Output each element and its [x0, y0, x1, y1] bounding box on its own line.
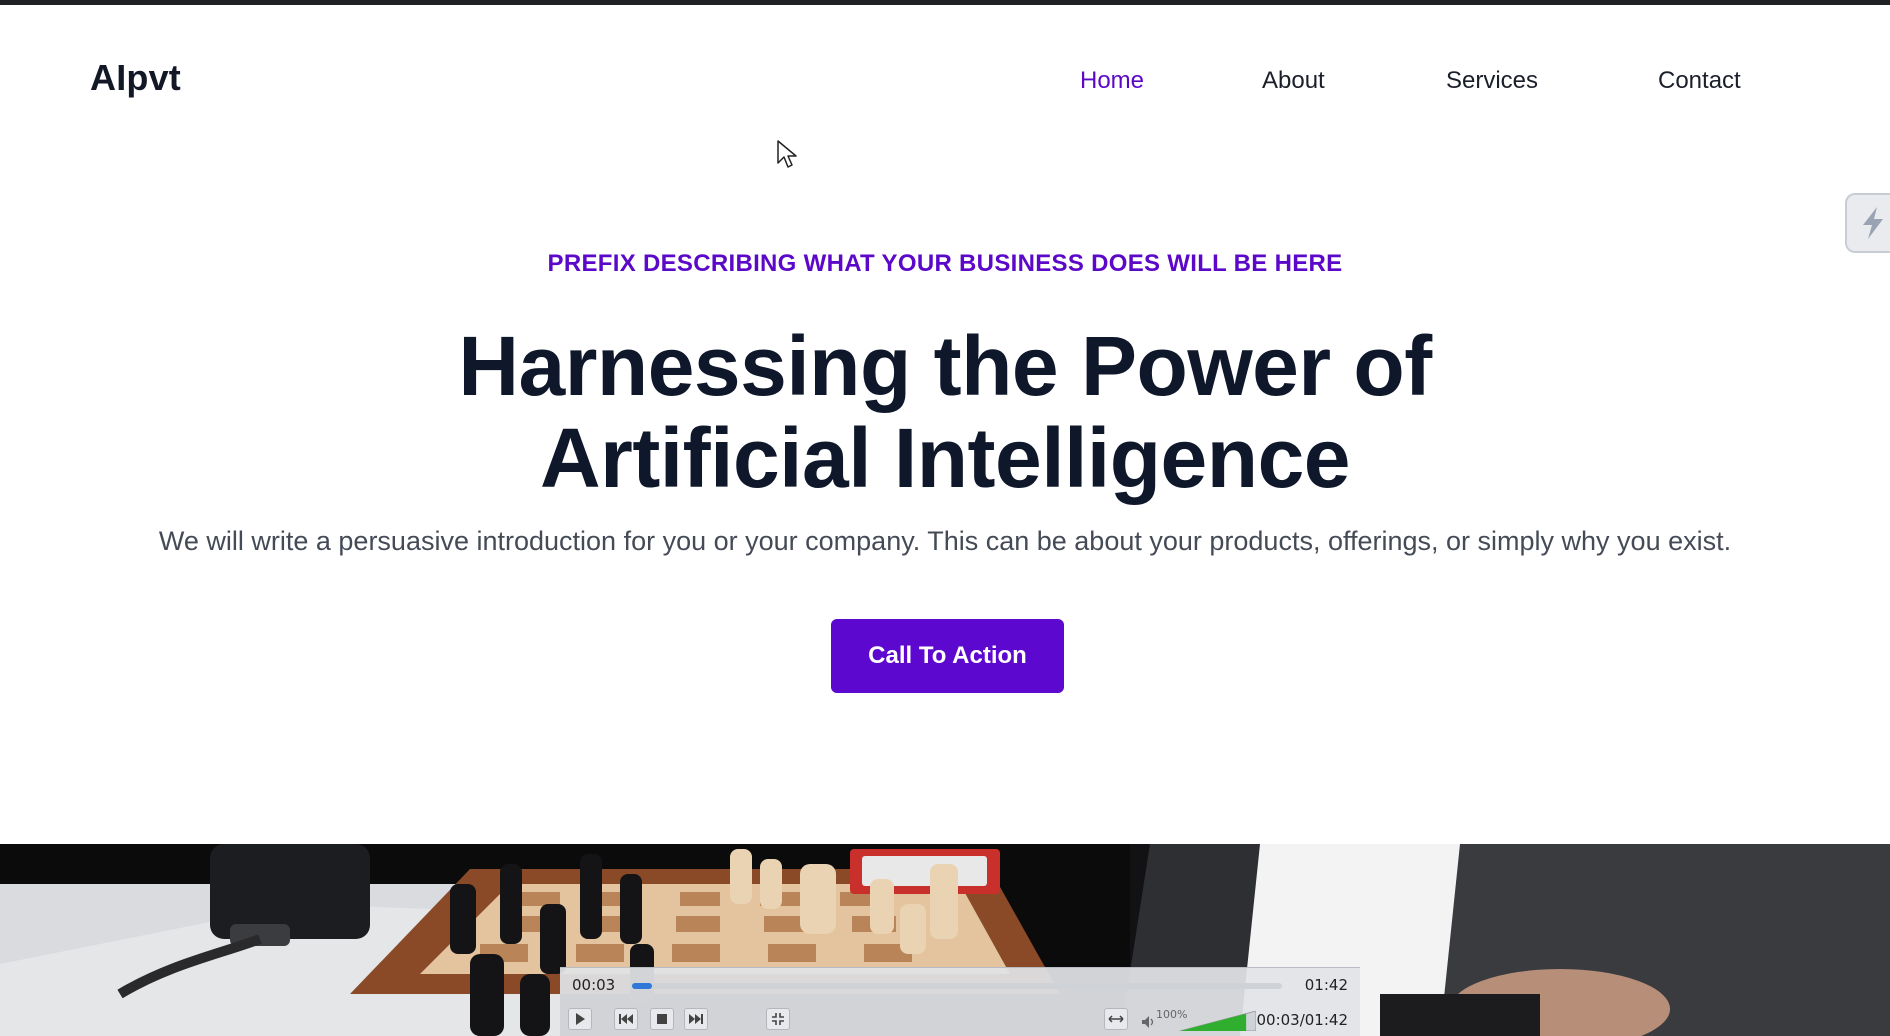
duration-time: 01:42 — [1304, 976, 1348, 994]
hero-headline-line2: Artificial Intelligence — [539, 411, 1351, 505]
nav-home[interactable]: Home — [1080, 67, 1144, 95]
nav-services[interactable]: Services — [1446, 67, 1538, 95]
hero-headline-line1: Harnessing the Power of — [458, 319, 1432, 413]
nav-contact[interactable]: Contact — [1658, 67, 1741, 95]
seek-progress — [632, 983, 652, 989]
seek-bar[interactable] — [632, 983, 1282, 989]
next-button[interactable] — [684, 1008, 708, 1030]
combined-time: 00:03/01:42 — [1256, 1011, 1348, 1029]
page: AIpvt Home About Services Contact PREFIX… — [0, 0, 1890, 1036]
side-widget[interactable] — [1845, 193, 1890, 253]
play-icon — [576, 1013, 585, 1025]
next-icon — [689, 1014, 703, 1024]
call-to-action-button[interactable]: Call To Action — [831, 619, 1064, 693]
current-time: 00:03 — [572, 976, 616, 994]
nav-about[interactable]: About — [1262, 67, 1325, 95]
video-controls: 00:03 01:42 100% 00:03/01:42 — [560, 967, 1360, 1036]
previous-icon — [619, 1014, 633, 1024]
fullscreen-button[interactable] — [766, 1008, 790, 1030]
play-button[interactable] — [568, 1008, 592, 1030]
hero-prefix: PREFIX DESCRIBING WHAT YOUR BUSINESS DOE… — [547, 250, 1343, 277]
main-nav: Home About Services Contact — [0, 67, 1890, 107]
site-header: AIpvt Home About Services Contact — [0, 5, 1890, 155]
aspect-button[interactable] — [1104, 1008, 1128, 1030]
hero-headline: Harnessing the Power of Artificial Intel… — [0, 320, 1890, 504]
mouse-cursor-icon — [777, 140, 797, 168]
bolt-icon — [1863, 207, 1883, 239]
fullscreen-icon — [772, 1013, 784, 1025]
aspect-icon — [1108, 1015, 1124, 1023]
speaker-icon[interactable] — [1140, 1014, 1156, 1030]
volume-slider[interactable] — [1180, 1011, 1256, 1031]
previous-button[interactable] — [614, 1008, 638, 1030]
hero-intro: We will write a persuasive introduction … — [158, 526, 1732, 556]
stop-icon — [657, 1014, 667, 1024]
stop-button[interactable] — [650, 1008, 674, 1030]
